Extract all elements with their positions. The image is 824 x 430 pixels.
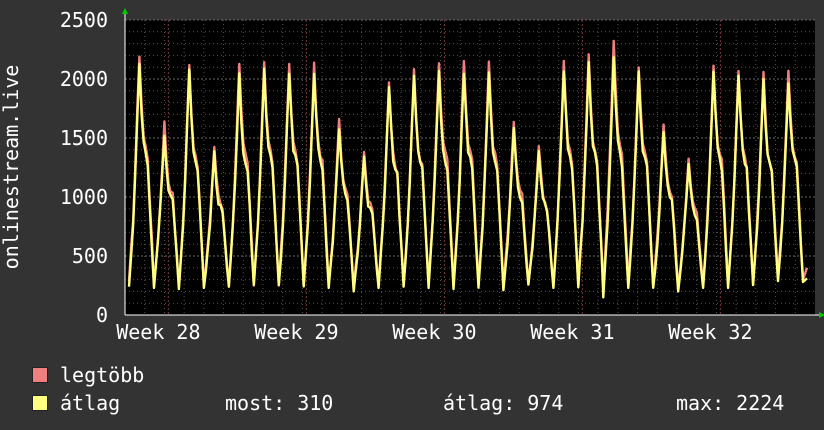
y-axis-label: onlinestream.live [0,65,23,270]
x-tick-label: Week 29 [254,320,338,344]
y-tick-label: 0 [96,303,108,327]
x-tick-label: Week 28 [116,320,200,344]
stat-max-label: max: [676,391,725,415]
legend-avg-swatch [32,395,48,411]
y-tick-label: 1000 [60,185,108,209]
stat-avg: átlag: 974 [443,391,563,415]
stat-max-value: 2224 [736,391,785,415]
legend-max-swatch [32,367,48,383]
legend-max-label: legtöbb [60,363,145,387]
traffic-chart: 0 500 1000 1500 2000 2500 Week 28 Week 29 Week 3… [0,8,824,344]
y-tick-label: 2000 [60,67,108,91]
stat-avg-label: átlag: [443,391,516,415]
legend-avg: átlag [32,391,120,415]
y-tick-label: 500 [72,244,108,268]
x-tick-label: Week 31 [530,320,614,344]
x-axis-arrow [819,312,824,318]
legend-max: legtöbb [32,363,144,387]
stat-now: most: 310 [225,391,333,415]
x-tick-label: Week 30 [392,320,476,344]
y-tick-label: 2500 [60,8,108,32]
x-tick-label: Week 32 [668,320,752,344]
stat-max: max: 2224 [676,391,784,415]
legend-avg-label: átlag [60,391,121,415]
stat-now-value: 310 [297,391,334,415]
stat-now-label: most: [225,391,286,415]
y-tick-label: 1500 [60,126,108,150]
stat-avg-value: 974 [527,391,564,415]
y-axis-arrow [122,8,128,14]
